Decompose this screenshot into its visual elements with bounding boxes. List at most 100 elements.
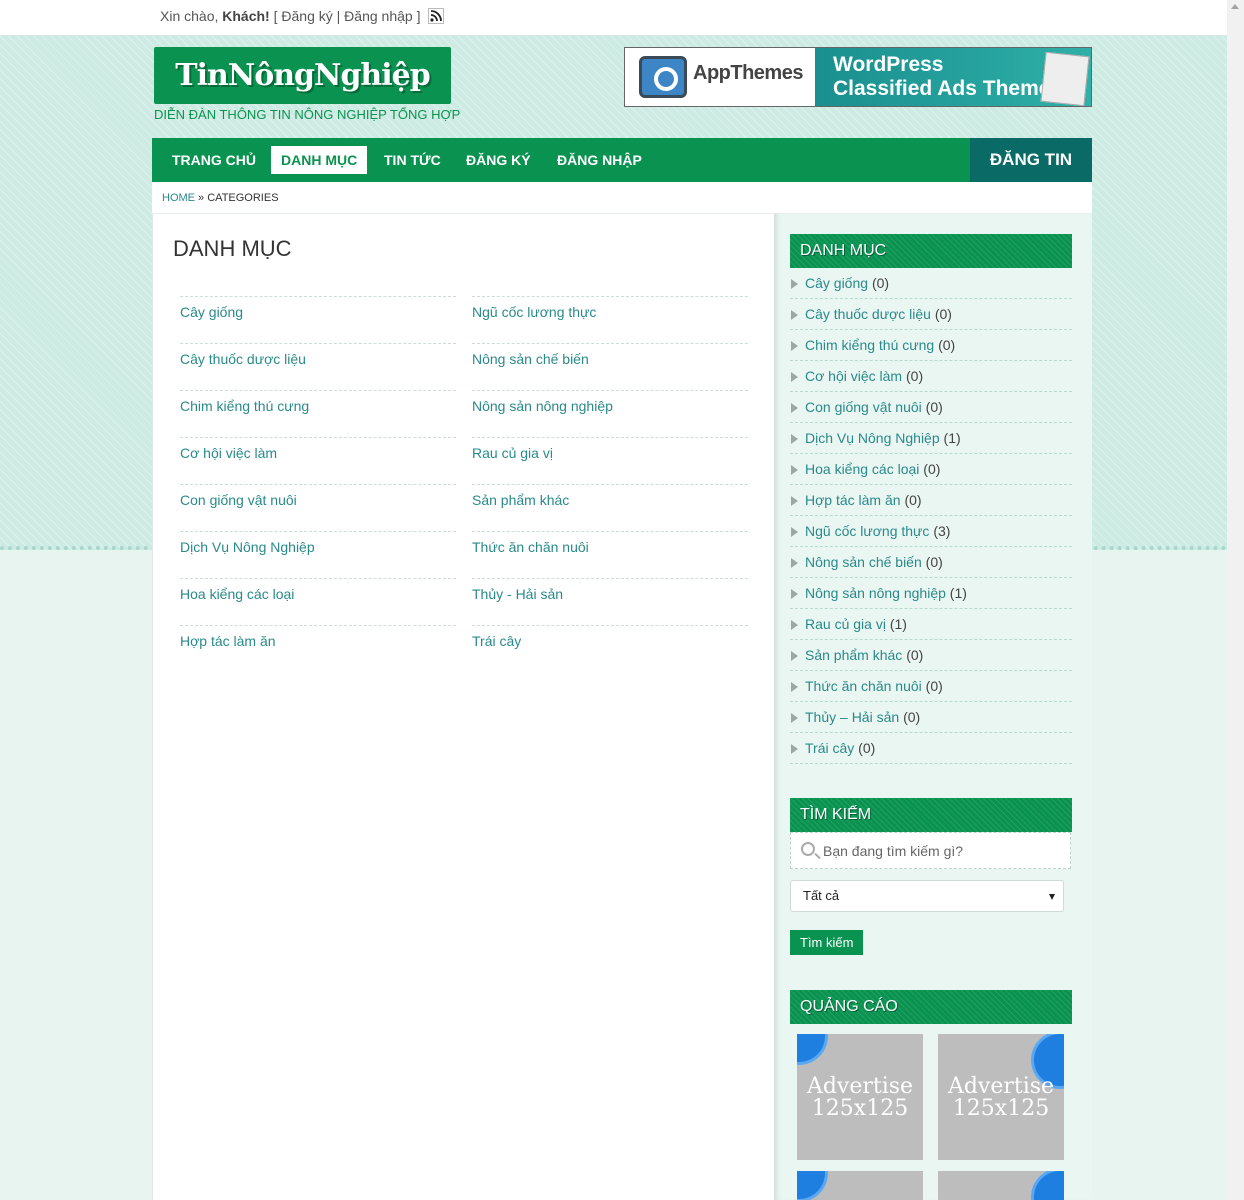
post-ad-button[interactable]: ĐĂNG TIN xyxy=(970,138,1092,182)
sidebar-category-list: Cây giống (0) Cây thuốc dược liệu (0) Ch… xyxy=(790,268,1072,764)
category-name[interactable]: Rau củ gia vị xyxy=(805,616,886,632)
category-name[interactable]: Thức ăn chăn nuôi xyxy=(805,678,922,694)
category-link[interactable]: Thức ăn chăn nuôi xyxy=(472,531,748,578)
rss-icon[interactable] xyxy=(428,8,444,24)
banner-line-1: WordPress xyxy=(833,53,944,76)
breadcrumb-home-link[interactable]: HOME xyxy=(162,192,195,204)
site-tagline: DIỄN ĐÀN THÔNG TIN NÔNG NGHIỆP TỔNG HỢP xyxy=(154,107,461,122)
arrow-right-icon xyxy=(791,651,798,661)
category-name[interactable]: Dịch Vụ Nông Nghiệp xyxy=(805,430,940,446)
category-name[interactable]: Sản phẩm khác xyxy=(805,647,902,663)
arrow-right-icon xyxy=(791,682,798,692)
nav-item-news[interactable]: TIN TỨC xyxy=(374,146,451,174)
site-logo[interactable]: TinNôngNghiệp xyxy=(154,47,451,104)
sidebar-category-item[interactable]: Cây thuốc dược liệu (0) xyxy=(790,299,1072,330)
category-link[interactable]: Sản phẩm khác xyxy=(472,484,748,531)
category-name[interactable]: Cơ hội việc làm xyxy=(805,368,902,384)
sidebar-category-item[interactable]: Thủy – Hải sản (0) xyxy=(790,702,1072,733)
category-link[interactable]: Con giống vật nuôi xyxy=(180,484,456,531)
login-link[interactable]: Đăng nhập xyxy=(344,8,413,24)
category-count: (0) xyxy=(858,740,876,756)
category-link[interactable]: Hoa kiểng các loại xyxy=(180,578,456,625)
sidebar-category-item[interactable]: Thức ăn chăn nuôi (0) xyxy=(790,671,1072,702)
arrow-right-icon xyxy=(791,713,798,723)
header-banner-ad[interactable]: AppThemes WordPress Classified Ads Theme xyxy=(624,47,1092,107)
category-name[interactable]: Thủy – Hải sản xyxy=(805,709,899,725)
sidebar-category-item[interactable]: Cây giống (0) xyxy=(790,268,1072,299)
scroll-thumb[interactable] xyxy=(1230,16,1241,1016)
categories-widget-title: DANH MỤC xyxy=(790,234,1072,268)
ad-slot[interactable] xyxy=(938,1171,1064,1200)
category-name[interactable]: Ngũ cốc lương thực xyxy=(805,523,929,539)
nav-item-register[interactable]: ĐĂNG KÝ xyxy=(456,146,541,174)
arrow-right-icon xyxy=(791,527,798,537)
category-link[interactable]: Hợp tác làm ăn xyxy=(180,625,456,672)
category-link[interactable]: Cơ hội việc làm xyxy=(180,437,456,484)
arrow-right-icon xyxy=(791,496,798,506)
category-link[interactable]: Cây giống xyxy=(180,296,456,343)
ad-slot[interactable] xyxy=(797,1171,923,1200)
sidebar-category-item[interactable]: Nông sản nông nghiệp (1) xyxy=(790,578,1072,609)
sidebar-category-item[interactable]: Nông sản chế biến (0) xyxy=(790,547,1072,578)
separator: | xyxy=(332,8,345,24)
category-name[interactable]: Cây giống xyxy=(805,275,868,291)
category-link[interactable]: Nông sản chế biến xyxy=(472,343,748,390)
category-link[interactable]: Dịch Vụ Nông Nghiệp xyxy=(180,531,456,578)
page-scrollbar[interactable] xyxy=(1227,0,1244,1200)
sidebar-category-item[interactable]: Dịch Vụ Nông Nghiệp (1) xyxy=(790,423,1072,454)
scroll-up-icon[interactable] xyxy=(1231,4,1239,9)
sidebar-category-item[interactable]: Ngũ cốc lương thực (3) xyxy=(790,516,1072,547)
nav-item-home[interactable]: TRANG CHỦ xyxy=(162,146,266,174)
category-name[interactable]: Nông sản nông nghiệp xyxy=(805,585,946,601)
search-icon xyxy=(801,842,815,856)
category-link[interactable]: Rau củ gia vị xyxy=(472,437,748,484)
banner-brand-area: AppThemes xyxy=(625,48,815,106)
nav-item-login[interactable]: ĐĂNG NHẬP xyxy=(547,146,652,174)
bracket: [ xyxy=(269,8,282,24)
greeting: Xin chào, Khách! [ Đăng ký | Đăng nhập ] xyxy=(160,8,420,24)
starburst-icon xyxy=(797,1171,825,1199)
category-name[interactable]: Chim kiểng thú cưng xyxy=(805,337,934,353)
sidebar-category-item[interactable]: Hợp tác làm ăn (0) xyxy=(790,485,1072,516)
category-count: (0) xyxy=(938,337,956,353)
category-name[interactable]: Trái cây xyxy=(805,740,854,756)
search-widget-title: TÌM KIẾM xyxy=(790,798,1072,832)
sidebar-category-item[interactable]: Rau củ gia vị (1) xyxy=(790,609,1072,640)
category-link[interactable]: Chim kiểng thú cưng xyxy=(180,390,456,437)
category-link[interactable]: Ngũ cốc lương thực xyxy=(472,296,748,343)
category-count: (0) xyxy=(904,492,922,508)
category-name[interactable]: Hoa kiểng các loại xyxy=(805,461,919,477)
category-select[interactable]: Tất cả xyxy=(790,880,1064,912)
sidebar-category-item[interactable]: Hoa kiểng các loại (0) xyxy=(790,454,1072,485)
category-name[interactable]: Nông sản chế biến xyxy=(805,554,922,570)
category-name[interactable]: Con giống vật nuôi xyxy=(805,399,922,415)
category-name[interactable]: Cây thuốc dược liệu xyxy=(805,306,931,322)
sidebar-category-item[interactable]: Sản phẩm khác (0) xyxy=(790,640,1072,671)
sidebar-category-item[interactable]: Con giống vật nuôi (0) xyxy=(790,392,1072,423)
category-count: (0) xyxy=(925,678,943,694)
greeting-prefix: Xin chào, xyxy=(160,8,223,24)
nav-item-categories[interactable]: DANH MỤC xyxy=(271,146,368,174)
sidebar-category-item[interactable]: Cơ hội việc làm (0) xyxy=(790,361,1072,392)
category-link[interactable]: Thủy - Hải sản xyxy=(472,578,748,625)
appthemes-icon xyxy=(639,56,687,98)
register-link[interactable]: Đăng ký xyxy=(281,8,332,24)
category-link[interactable]: Cây thuốc dược liệu xyxy=(180,343,456,390)
ad-slot[interactable]: Advertise 125x125 xyxy=(797,1034,923,1160)
ad-slot[interactable]: Advertise 125x125 xyxy=(938,1034,1064,1160)
sidebar-category-item[interactable]: Chim kiểng thú cưng (0) xyxy=(790,330,1072,361)
category-name[interactable]: Hợp tác làm ăn xyxy=(805,492,901,508)
category-count: (1) xyxy=(889,616,907,632)
category-link[interactable]: Nông sản nông nghiệp xyxy=(472,390,748,437)
category-link[interactable]: Trái cây xyxy=(472,625,748,672)
arrow-right-icon xyxy=(791,744,798,754)
search-box[interactable] xyxy=(790,832,1071,869)
sidebar-category-item[interactable]: Trái cây (0) xyxy=(790,733,1072,764)
search-button[interactable]: Tìm kiếm xyxy=(790,930,864,955)
search-input[interactable] xyxy=(823,841,1063,861)
sidebar: DANH MỤC Cây giống (0) Cây thuốc dược li… xyxy=(774,214,1092,1200)
category-count: (0) xyxy=(871,275,890,291)
username: Khách! xyxy=(222,8,270,24)
arrow-right-icon xyxy=(791,310,798,320)
main-content: DANH MỤC Cây giống Cây thuốc dược liệu C… xyxy=(152,214,774,1200)
